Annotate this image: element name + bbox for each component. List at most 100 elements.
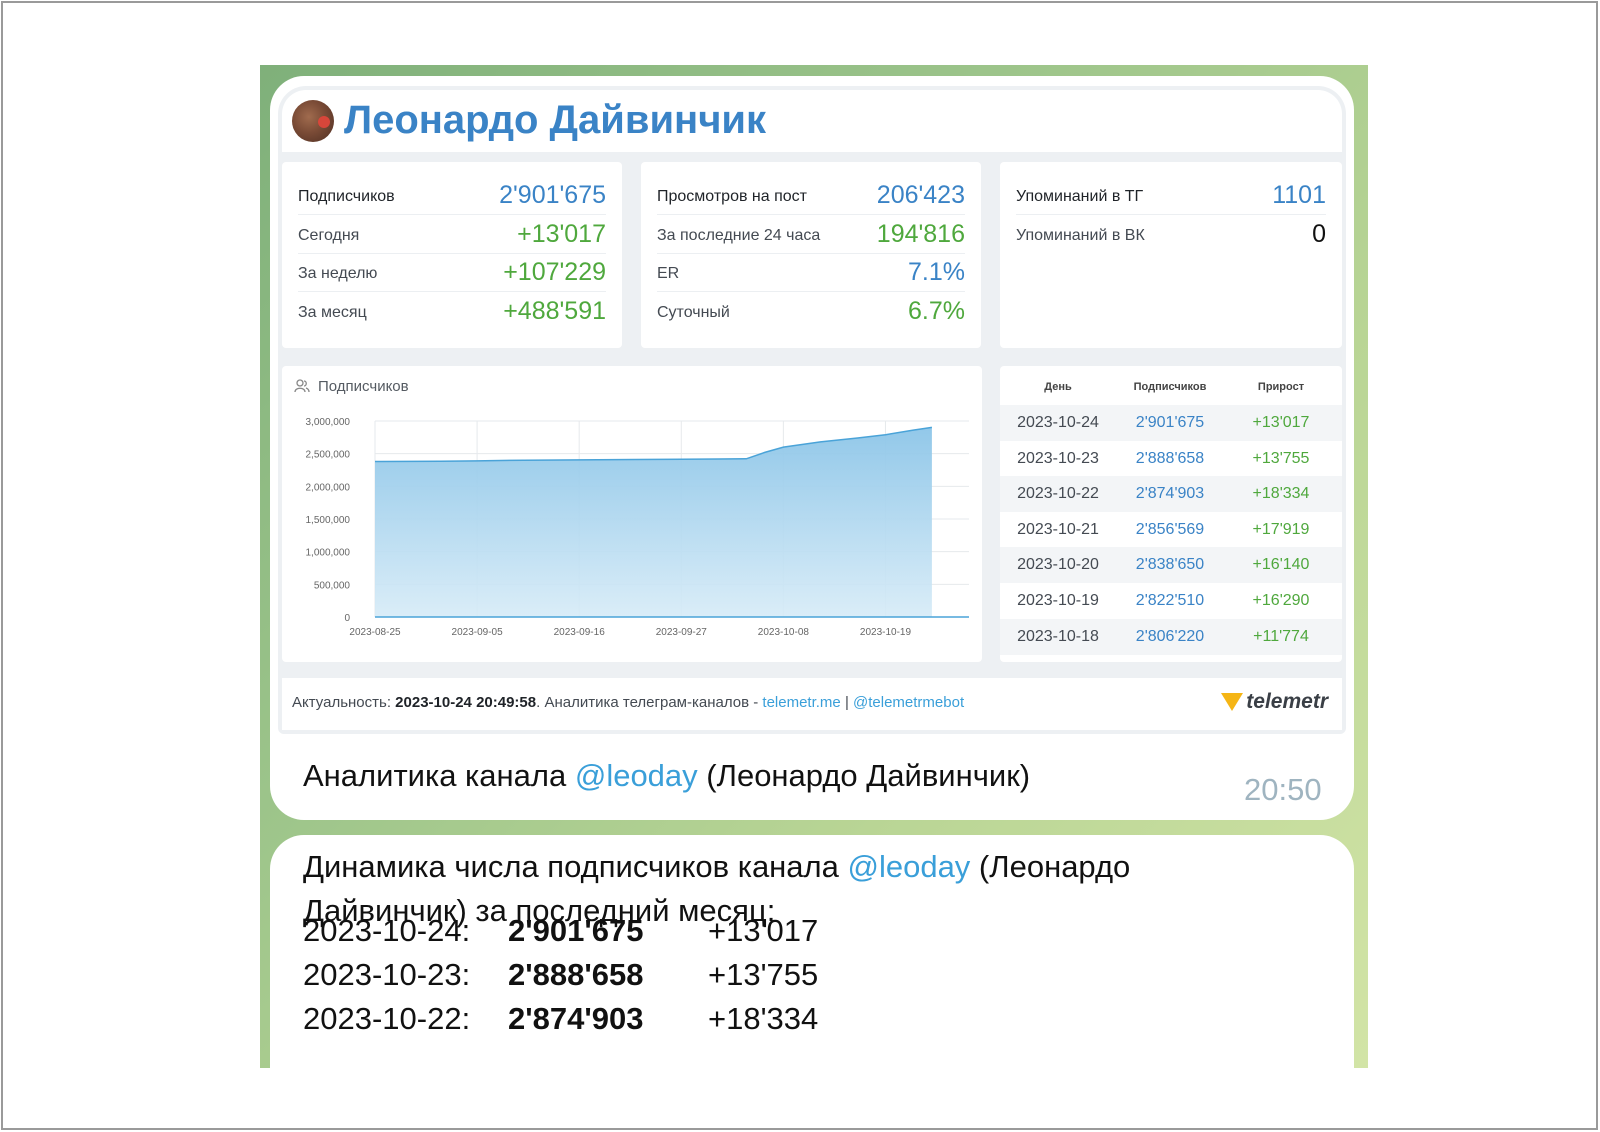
mentions-stat-value: 0 — [1312, 219, 1326, 248]
table-row: 2023-10-19 2'822'510 +16'290 — [1000, 583, 1342, 619]
views-stats-panel: Просмотров на пост 206'423 За последние 24… — [641, 162, 981, 348]
mentions-stat-row: Упоминаний в ВК 0 — [1016, 215, 1326, 254]
mentions-stats-panel: Упоминаний в ТГ 1101 Упоминаний в ВК 0 — [1000, 162, 1342, 348]
table-growth: +13'755 — [1252, 449, 1310, 467]
mentions-stat-label: Упоминаний в ВК — [1016, 226, 1145, 244]
views-stat-value: 6.7% — [908, 296, 965, 325]
message2-date: 2023-10-23: — [303, 957, 471, 992]
channel-mention-link[interactable]: @leoday — [575, 758, 698, 793]
caption-suffix: (Леонардо Дайвинчик) — [697, 758, 1031, 793]
card-footer: Актуальность: 2023-10-24 20:49:58. Анали… — [282, 678, 1342, 730]
subscribers-stat-row: Сегодня +13'017 — [298, 215, 606, 254]
message2-growth: +13'017 — [708, 913, 819, 948]
mentions-stat-row: Упоминаний в ТГ 1101 — [1016, 176, 1326, 215]
actuality-value: 2023-10-24 20:49:58 — [395, 694, 537, 711]
subscribers-stat-row: За неделю +107'229 — [298, 253, 606, 292]
views-stat-value: 7.1% — [908, 258, 965, 286]
table-row: 2023-10-18 2'806'220 +11'774 — [1000, 618, 1342, 655]
footer-separator: | — [840, 694, 854, 711]
chart-plot: 3,000,000 2,500,000 2,000,000 1,500,000 1,00… — [306, 417, 969, 638]
subscribers-stat-value: +488'591 — [503, 296, 606, 325]
views-stat-label: Суточный — [657, 303, 730, 321]
footer-desc: . Аналитика телеграм-каналов - — [536, 694, 763, 711]
views-stat-row: Суточный 6.7% — [657, 292, 965, 331]
x-tick-label: 2023-08-25 — [349, 627, 401, 638]
table-subscribers: 2'838'650 — [1135, 556, 1205, 574]
caption-prefix: Аналитика канала — [303, 758, 575, 793]
table-date: 2023-10-20 — [1017, 556, 1099, 574]
table-header-1: Подписчиков — [1133, 381, 1207, 393]
message2-growth: +13'755 — [708, 957, 819, 992]
message2-suffix: (Леонардо — [970, 849, 1131, 884]
subscribers-stat-label: За неделю — [298, 265, 378, 282]
views-stat-row: ER 7.1% — [657, 253, 965, 292]
subscribers-stat-row: Подписчиков 2'901'675 — [298, 176, 606, 215]
x-tick-label: 2023-10-19 — [860, 627, 912, 638]
message-caption: Аналитика канала @leoday (Леонардо Дайви… — [303, 758, 1030, 794]
analytics-card-image[interactable]: Леонардо Дайвинчик Подписчиков 2'901'675 С… — [278, 86, 1346, 734]
channel-avatar — [292, 100, 334, 142]
x-tick-label: 2023-09-05 — [452, 627, 504, 638]
x-tick-label: 2023-10-08 — [758, 627, 810, 638]
telemetr-link[interactable]: telemetr.me — [762, 694, 840, 711]
views-stat-value: 194'816 — [876, 219, 965, 248]
views-stat-row: За последние 24 часа 194'816 — [657, 215, 965, 254]
table-row: 2023-10-21 2'856'569 +17'919 — [1000, 512, 1342, 548]
y-tick-label: 0 — [344, 613, 350, 624]
actuality-label: Актуальность: — [292, 694, 396, 711]
table-row: 2023-10-23 2'888'658 +13'755 — [1000, 441, 1342, 477]
footer-text: Актуальность: 2023-10-24 20:49:58. Анали… — [292, 694, 964, 711]
subscribers-stat-row: За месяц +488'591 — [298, 292, 606, 331]
subscribers-area — [375, 427, 932, 617]
daily-table: День Подписчиков Прирост 2023-10-24 2'901'67… — [1000, 366, 1342, 662]
table-subscribers: 2'856'569 — [1135, 520, 1205, 538]
subscribers-stats-panel: Подписчиков 2'901'675 Сегодня +13'017 За нед… — [282, 162, 622, 348]
message2-subs: 2'888'658 — [508, 957, 644, 992]
table-header-2: Прирост — [1257, 381, 1305, 393]
subscribers-chart: Подписчиков 3,000,000 2,500,000 2,000,000 1… — [282, 366, 982, 662]
message2-row: 2023-10-24: 2'901'675 +13'017 — [303, 913, 863, 953]
y-tick-label: 3,000,000 — [306, 417, 351, 428]
channel-mention-link-2[interactable]: @leoday — [847, 849, 970, 884]
table-subscribers: 2'901'675 — [1135, 414, 1205, 431]
table-date: 2023-10-21 — [1017, 520, 1099, 538]
message2-row: 2023-10-23: 2'888'658 +13'755 — [303, 957, 863, 997]
y-tick-label: 2,000,000 — [306, 482, 351, 493]
table-subscribers: 2'806'220 — [1135, 627, 1205, 645]
telemetr-bot-link[interactable]: @telemetrmebot — [853, 694, 964, 711]
message2-date: 2023-10-22: — [303, 1001, 471, 1036]
table-growth: +17'919 — [1252, 520, 1310, 538]
telemetr-brand-text: telemetr — [1246, 690, 1328, 713]
channel-header: Леонардо Дайвинчик — [282, 90, 1342, 152]
table-date: 2023-10-19 — [1017, 592, 1099, 609]
x-tick-label: 2023-09-16 — [554, 627, 606, 638]
table-date: 2023-10-23 — [1017, 449, 1099, 467]
table-subscribers: 2'888'658 — [1135, 449, 1205, 467]
table-row: 2023-10-20 2'838'650 +16'140 — [1000, 547, 1342, 584]
views-stat-value: 206'423 — [876, 181, 965, 209]
message2-prefix: Динамика числа подписчиков канала — [303, 849, 848, 884]
views-stat-label: ER — [657, 265, 680, 282]
message2-growth: +18'334 — [708, 1001, 819, 1036]
table-date: 2023-10-24 — [1017, 414, 1099, 431]
views-stat-row: Просмотров на пост 206'423 — [657, 176, 965, 215]
x-tick-label: 2023-09-27 — [656, 627, 708, 638]
y-tick-label: 1,500,000 — [306, 515, 351, 526]
y-tick-label: 2,500,000 — [306, 450, 351, 461]
table-growth: +16'140 — [1252, 556, 1310, 574]
table-row: 2023-10-22 2'874'903 +18'334 — [1000, 476, 1342, 513]
table-growth: +13'017 — [1252, 414, 1310, 431]
message2-subs: 2'874'903 — [508, 1001, 644, 1036]
table-growth: +18'334 — [1252, 485, 1310, 503]
subscribers-stat-value: 2'901'675 — [499, 181, 606, 209]
mentions-stat-value: 1101 — [1272, 181, 1326, 209]
mentions-stat-label: Упоминаний в ТГ — [1016, 188, 1144, 205]
message2-subs: 2'901'675 — [508, 913, 644, 948]
subscribers-stat-value: +107'229 — [503, 258, 606, 286]
telemetr-logo: telemetr — [1221, 690, 1328, 714]
subscribers-stat-label: Подписчиков — [298, 188, 395, 205]
telemetr-logo-icon — [1221, 693, 1244, 711]
table-growth: +11'774 — [1253, 627, 1309, 645]
y-tick-label: 500,000 — [314, 580, 351, 591]
table-subscribers: 2'822'510 — [1135, 592, 1205, 609]
